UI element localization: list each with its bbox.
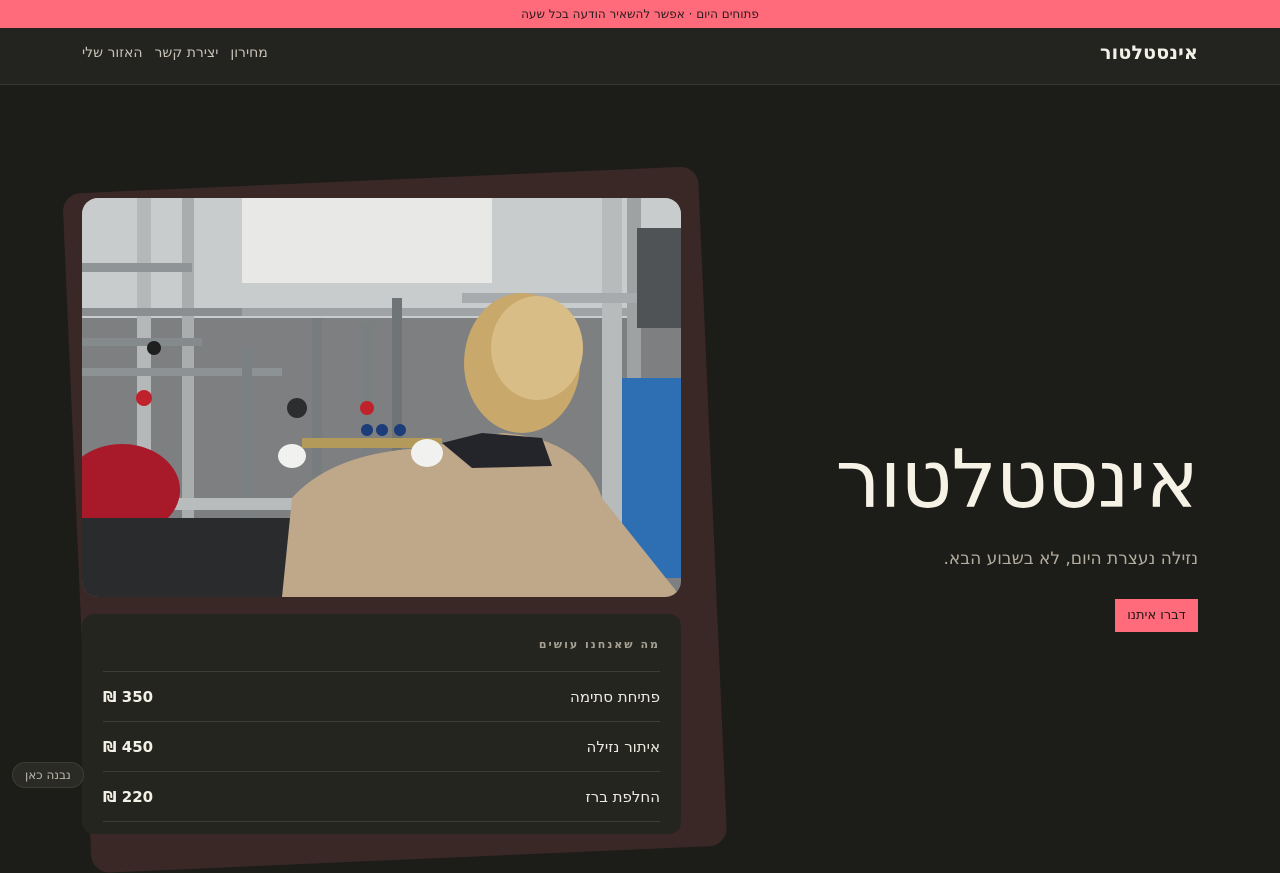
announcement-text: פתוחים היום · אפשר להשאיר הודעה בכל שעה	[521, 7, 759, 21]
nav-link-contact[interactable]: יצירת קשר	[155, 45, 219, 61]
built-here-badge[interactable]: נבנה כאן	[12, 762, 84, 788]
hero-subtitle: נזילה נעצרת היום, לא בשבוע הבא.	[943, 549, 1198, 569]
service-price: ₪ 350	[103, 687, 154, 706]
navbar: אינסטלטור מחירון יצירת קשר האזור שלי	[0, 28, 1280, 85]
nav-links: מחירון יצירת קשר האזור שלי	[82, 45, 268, 61]
contact-us-button[interactable]: דברו איתנו	[1115, 599, 1198, 632]
plumber-photo	[82, 198, 681, 597]
service-price: ₪ 450	[103, 737, 154, 756]
announcement-bar: פתוחים היום · אפשר להשאיר הודעה בכל שעה	[0, 0, 1280, 28]
nav-link-pricing[interactable]: מחירון	[230, 45, 267, 61]
service-name: איתור נזילה	[586, 737, 660, 756]
services-card: מה שאנחנו עושים פתיחת סתימה ₪ 350 איתור …	[82, 614, 681, 834]
service-price: ₪ 220	[103, 787, 154, 806]
service-name: פתיחת סתימה	[570, 687, 660, 706]
brand-logo[interactable]: אינסטלטור	[1100, 42, 1198, 64]
service-row: איתור נזילה ₪ 450	[103, 722, 660, 772]
nav-link-my-area[interactable]: האזור שלי	[82, 45, 143, 61]
services-heading: מה שאנחנו עושים	[103, 614, 660, 672]
hero-title: אינסטלטור	[835, 433, 1199, 526]
service-name: החלפת ברז	[585, 787, 660, 806]
service-row: החלפת ברז ₪ 220	[103, 772, 660, 822]
service-row: פתיחת סתימה ₪ 350	[103, 672, 660, 722]
